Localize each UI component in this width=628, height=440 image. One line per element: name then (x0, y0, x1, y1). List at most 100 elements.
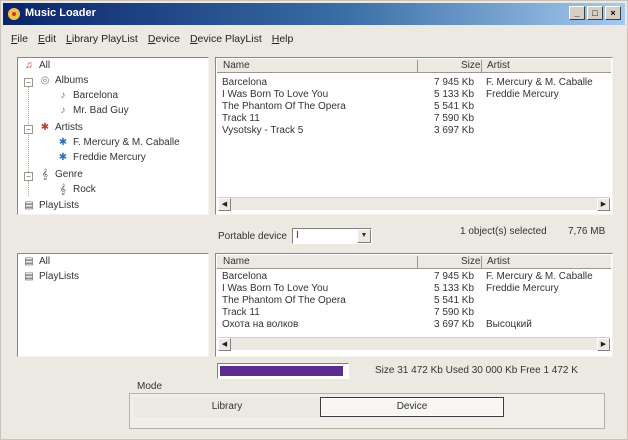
tree-node-artist-freddie-mercury[interactable]: ✱ Freddie Mercury (56, 152, 146, 166)
track-row[interactable]: Vysotsky - Track 5 3 697 Kb (216, 125, 612, 137)
mode-label: Mode (137, 381, 163, 392)
device-track-row[interactable]: Охота на волков 3 697 Kb Высоцкий (216, 319, 612, 331)
column-header-size[interactable]: Size (461, 60, 480, 71)
scroll-left-arrow-icon[interactable]: ◀ (218, 338, 231, 351)
track-size: 7 590 Kb (434, 307, 475, 318)
document-icon: ▤ (24, 256, 34, 267)
track-size: 7 590 Kb (434, 113, 475, 124)
menu-device[interactable]: Device (148, 33, 180, 49)
chevron-down-icon[interactable]: ▼ (357, 229, 371, 243)
tree-node-albums[interactable]: ◎ Albums (38, 75, 89, 89)
menu-file[interactable]: File (11, 33, 28, 49)
track-name: Track 11 (222, 307, 260, 318)
horizontal-scrollbar[interactable]: ◀ ▶ (218, 197, 610, 211)
menu-bar: File Edit Library PlayList Device Device… (11, 33, 293, 49)
mode-group: Library Device (129, 393, 605, 429)
track-artist: Высоцкий (486, 319, 532, 330)
track-name: Barcelona (222, 271, 268, 282)
document-icon: ▤ (24, 200, 34, 211)
tree-label-artists: Artists (55, 122, 83, 133)
tree-label-playlists: PlayLists (39, 200, 80, 211)
track-size: 3 697 Kb (434, 125, 475, 136)
menu-library-playlist[interactable]: Library PlayList (66, 33, 138, 49)
albums-expander[interactable]: − (24, 78, 33, 87)
tree-node-genre-rock[interactable]: 𝄞 Rock (56, 184, 96, 198)
track-artist: Freddie Mercury (486, 89, 559, 100)
artist-icon: ✱ (40, 122, 50, 133)
tree-label-all: All (39, 60, 51, 71)
minimize-button[interactable]: _ (569, 6, 585, 20)
menu-edit[interactable]: Edit (38, 33, 56, 49)
device-track-row[interactable]: Track 11 7 590 Kb (216, 307, 612, 319)
track-row[interactable]: Track 11 7 590 Kb (216, 113, 612, 125)
close-button[interactable]: × (605, 6, 621, 20)
storage-usage-fill (220, 366, 343, 376)
menu-help[interactable]: Help (272, 33, 294, 49)
artists-expander[interactable]: − (24, 125, 33, 134)
track-name: Vysotsky - Track 5 (222, 125, 304, 136)
track-name: Охота на волков (222, 319, 299, 330)
column-header-name[interactable]: Name (223, 256, 250, 267)
track-row[interactable]: Barcelona 7 945 Kb F. Mercury & M. Cabal… (216, 77, 612, 89)
album-icon: ♪ (60, 90, 66, 101)
track-size: 7 945 Kb (434, 77, 475, 88)
library-tree[interactable]: ♫ All − ◎ Albums ♪ Barcelona ♪ Mr. Bad Guy −… (17, 57, 209, 215)
title-bar[interactable]: Music Loader _ □ × (3, 3, 625, 25)
track-name: The Phantom Of The Opera (222, 101, 346, 112)
device-track-list[interactable]: Name Size Artist Barcelona 7 945 Kb F. M… (215, 253, 613, 357)
scroll-right-arrow-icon[interactable]: ▶ (597, 338, 610, 351)
device-list-header: Name Size Artist (217, 255, 611, 269)
device-tree-node-playlists[interactable]: ▤ PlayLists (22, 271, 79, 285)
selection-count: 1 object(s) selected (460, 226, 547, 237)
track-size: 5 541 Kb (434, 101, 475, 112)
mode-device-button[interactable]: Device (320, 397, 504, 417)
track-name: I Was Born To Love You (222, 283, 329, 294)
track-size: 5 133 Kb (434, 283, 475, 294)
tree-node-artist-mercury-caballe[interactable]: ✱ F. Mercury & M. Caballe (56, 137, 180, 151)
cd-icon: ◎ (40, 75, 50, 86)
tree-label-albums: Albums (55, 75, 89, 86)
selection-size: 7,76 MB (568, 226, 606, 237)
tree-node-genre[interactable]: 𝄞 Genre (38, 169, 83, 183)
scroll-right-arrow-icon[interactable]: ▶ (597, 198, 610, 211)
window-title: Music Loader (25, 7, 96, 19)
device-track-row[interactable]: I Was Born To Love You 5 133 Kb Freddie … (216, 283, 612, 295)
track-size: 3 697 Kb (434, 319, 475, 330)
tree-node-playlists[interactable]: ▤ PlayLists (22, 200, 79, 214)
column-header-size[interactable]: Size (461, 256, 480, 267)
column-header-artist[interactable]: Artist (487, 60, 510, 71)
device-tree-node-all[interactable]: ▤ All (22, 256, 50, 270)
tree-label-album-barcelona: Barcelona (73, 90, 119, 101)
track-name: The Phantom Of The Opera (222, 295, 346, 306)
device-tree-label-all: All (39, 256, 51, 267)
tree-node-album-barcelona[interactable]: ♪ Barcelona (56, 90, 119, 104)
storage-info: Size 31 472 Kb Used 30 000 Kb Free 1 472… (375, 365, 578, 376)
tree-label-album-mr-bad-guy: Mr. Bad Guy (73, 105, 129, 116)
track-name: I Was Born To Love You (222, 89, 329, 100)
app-icon (8, 8, 20, 20)
tree-node-artists[interactable]: ✱ Artists (38, 122, 83, 136)
track-name: Barcelona (222, 77, 268, 88)
tree-label-artist-mercury-caballe: F. Mercury & M. Caballe (73, 137, 180, 148)
device-tree[interactable]: ▤ All ▤ PlayLists (17, 253, 209, 357)
portable-device-value: I (296, 230, 299, 241)
portable-device-label: Portable device (218, 231, 287, 242)
device-track-row[interactable]: The Phantom Of The Opera 5 541 Kb (216, 295, 612, 307)
portable-device-select[interactable]: I ▼ (292, 228, 372, 244)
tree-node-album-mr-bad-guy[interactable]: ♪ Mr. Bad Guy (56, 105, 129, 119)
scroll-left-arrow-icon[interactable]: ◀ (218, 198, 231, 211)
device-track-row[interactable]: Barcelona 7 945 Kb F. Mercury & M. Cabal… (216, 271, 612, 283)
track-artist: F. Mercury & M. Caballe (486, 271, 593, 282)
tree-node-all[interactable]: ♫ All (22, 60, 50, 74)
track-row[interactable]: I Was Born To Love You 5 133 Kb Freddie … (216, 89, 612, 101)
genre-expander[interactable]: − (24, 172, 33, 181)
column-header-artist[interactable]: Artist (487, 256, 510, 267)
horizontal-scrollbar[interactable]: ◀ ▶ (218, 337, 610, 351)
column-header-name[interactable]: Name (223, 60, 250, 71)
track-name: Track 11 (222, 113, 260, 124)
track-row[interactable]: The Phantom Of The Opera 5 541 Kb (216, 101, 612, 113)
library-track-list[interactable]: Name Size Artist Barcelona 7 945 Kb F. M… (215, 57, 613, 215)
maximize-button[interactable]: □ (587, 6, 603, 20)
mode-library-button[interactable]: Library (134, 397, 320, 417)
menu-device-playlist[interactable]: Device PlayList (190, 33, 262, 49)
